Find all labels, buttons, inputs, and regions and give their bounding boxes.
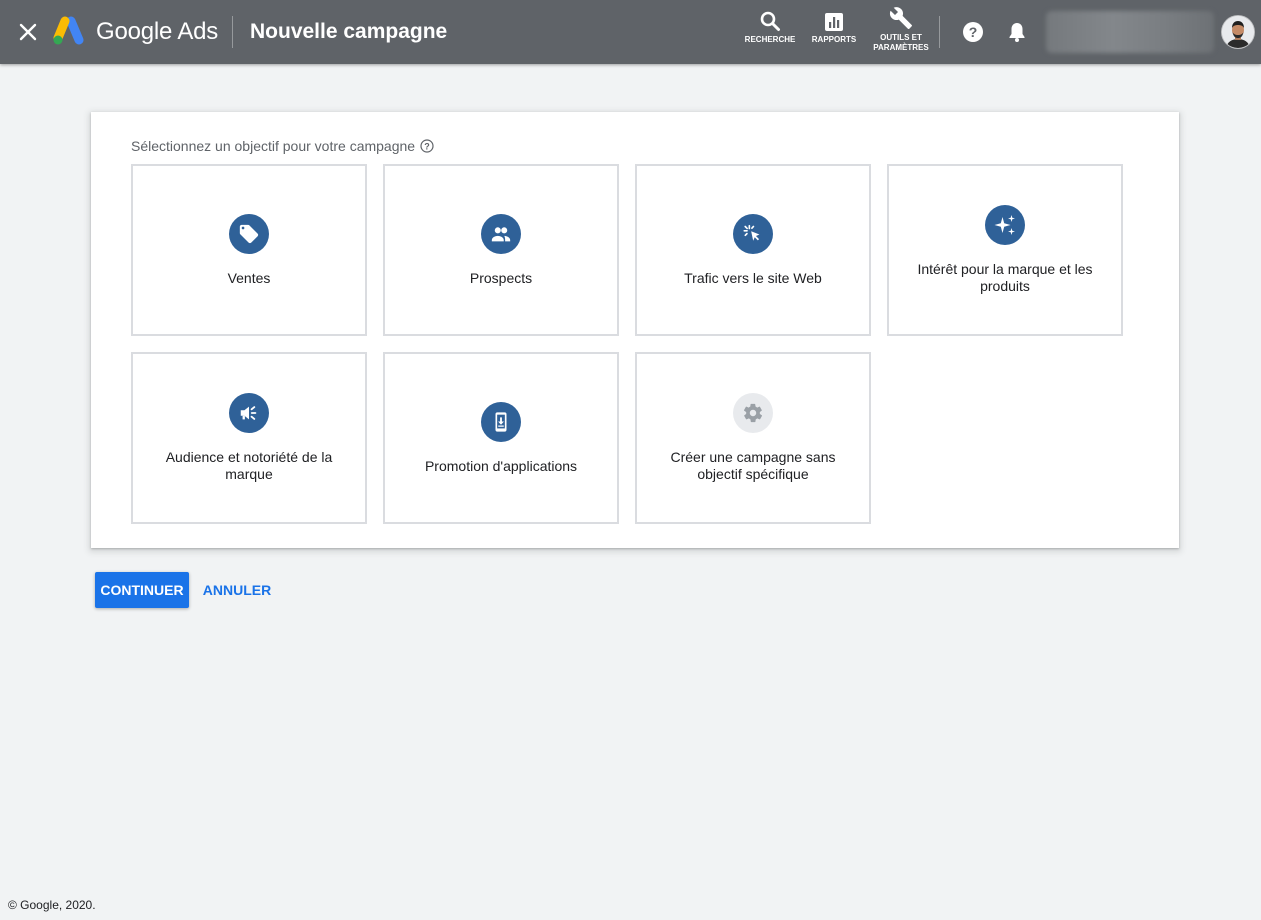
objective-tile-app-promotion[interactable]: Promotion d'applications bbox=[383, 352, 619, 524]
objective-tile-leads[interactable]: Prospects bbox=[383, 164, 619, 336]
objective-tile-brand-awareness-reach[interactable]: Audience et notoriété de la marque bbox=[131, 352, 367, 524]
objective-tile-label: Promotion d'applications bbox=[424, 457, 578, 474]
phone-download-icon bbox=[495, 411, 507, 432]
gear-icon bbox=[743, 403, 763, 423]
page-title: Nouvelle campagne bbox=[250, 20, 448, 43]
close-icon bbox=[19, 23, 37, 41]
header-divider bbox=[939, 16, 940, 48]
tools-settings-label: OUTILS ET PARAMÈTRES bbox=[873, 33, 929, 52]
reports-tool-label: RAPPORTS bbox=[811, 35, 857, 44]
help-icon: ? bbox=[963, 22, 983, 42]
svg-text:?: ? bbox=[424, 141, 430, 151]
reports-tool-button[interactable]: RAPPORTS bbox=[810, 6, 858, 58]
google-ads-logo-icon bbox=[53, 16, 84, 45]
close-button[interactable] bbox=[14, 18, 42, 46]
search-tool-label: RECHERCHE bbox=[744, 35, 796, 44]
people-icon bbox=[491, 226, 511, 241]
help-outline-icon: ? bbox=[420, 139, 434, 153]
tile-icon-circle bbox=[229, 393, 269, 433]
tile-icon-circle bbox=[229, 213, 269, 254]
cancel-button[interactable]: ANNULER bbox=[197, 572, 277, 608]
top-app-bar: Google Ads Nouvelle campagne RECHERCHE R… bbox=[0, 0, 1261, 64]
objective-tile-label: Trafic vers le site Web bbox=[684, 269, 822, 286]
bar-chart-icon bbox=[825, 13, 843, 31]
objective-tile-label: Intérêt pour la marque et les produits bbox=[917, 261, 1093, 294]
objective-tile-brand-product-consideration[interactable]: Intérêt pour la marque et les produits bbox=[887, 164, 1123, 336]
tile-icon-circle bbox=[481, 213, 521, 254]
objective-tile-no-goal[interactable]: Créer une campagne sans objectif spécifi… bbox=[635, 352, 871, 524]
wrench-icon bbox=[889, 7, 912, 29]
objective-tile-label: Créer une campagne sans objectif spécifi… bbox=[670, 449, 836, 482]
cursor-click-icon bbox=[743, 224, 760, 241]
help-button[interactable]: ? bbox=[961, 20, 985, 44]
svg-text:?: ? bbox=[969, 24, 978, 40]
objective-tile-label: Prospects bbox=[469, 269, 533, 286]
account-selector[interactable] bbox=[1046, 11, 1214, 53]
objective-tile-label: Ventes bbox=[227, 269, 271, 286]
tools-settings-button[interactable]: OUTILS ET PARAMÈTRES bbox=[868, 4, 934, 56]
megaphone-icon bbox=[240, 406, 257, 420]
search-icon bbox=[760, 11, 780, 31]
objective-selection-card: Sélectionnez un objectif pour votre camp… bbox=[91, 112, 1179, 548]
bell-icon bbox=[1009, 23, 1025, 42]
tile-icon-circle bbox=[733, 393, 773, 433]
objective-tile-label: Audience et notoriété de la marque bbox=[165, 449, 333, 482]
objective-prompt: Sélectionnez un objectif pour votre camp… bbox=[131, 138, 434, 154]
notifications-button[interactable] bbox=[1005, 20, 1029, 44]
search-tool-button[interactable]: RECHERCHE bbox=[745, 6, 795, 58]
brand-name: Google Ads bbox=[96, 18, 219, 45]
avatar[interactable] bbox=[1222, 16, 1254, 48]
user-avatar-icon bbox=[1222, 16, 1254, 48]
sparkle-icon bbox=[994, 215, 1015, 235]
tile-icon-circle bbox=[733, 213, 773, 254]
tag-icon bbox=[239, 224, 259, 243]
objective-prompt-text: Sélectionnez un objectif pour votre camp… bbox=[131, 138, 416, 154]
objective-tile-sales[interactable]: Ventes bbox=[131, 164, 367, 336]
tile-icon-circle bbox=[481, 401, 521, 442]
continue-button[interactable]: CONTINUER bbox=[95, 572, 189, 608]
header-divider bbox=[232, 16, 233, 48]
tile-icon-circle bbox=[985, 205, 1025, 245]
prompt-help-button[interactable]: ? bbox=[420, 139, 434, 153]
copyright-footer: © Google, 2020. bbox=[8, 898, 96, 912]
objective-tile-website-traffic[interactable]: Trafic vers le site Web bbox=[635, 164, 871, 336]
